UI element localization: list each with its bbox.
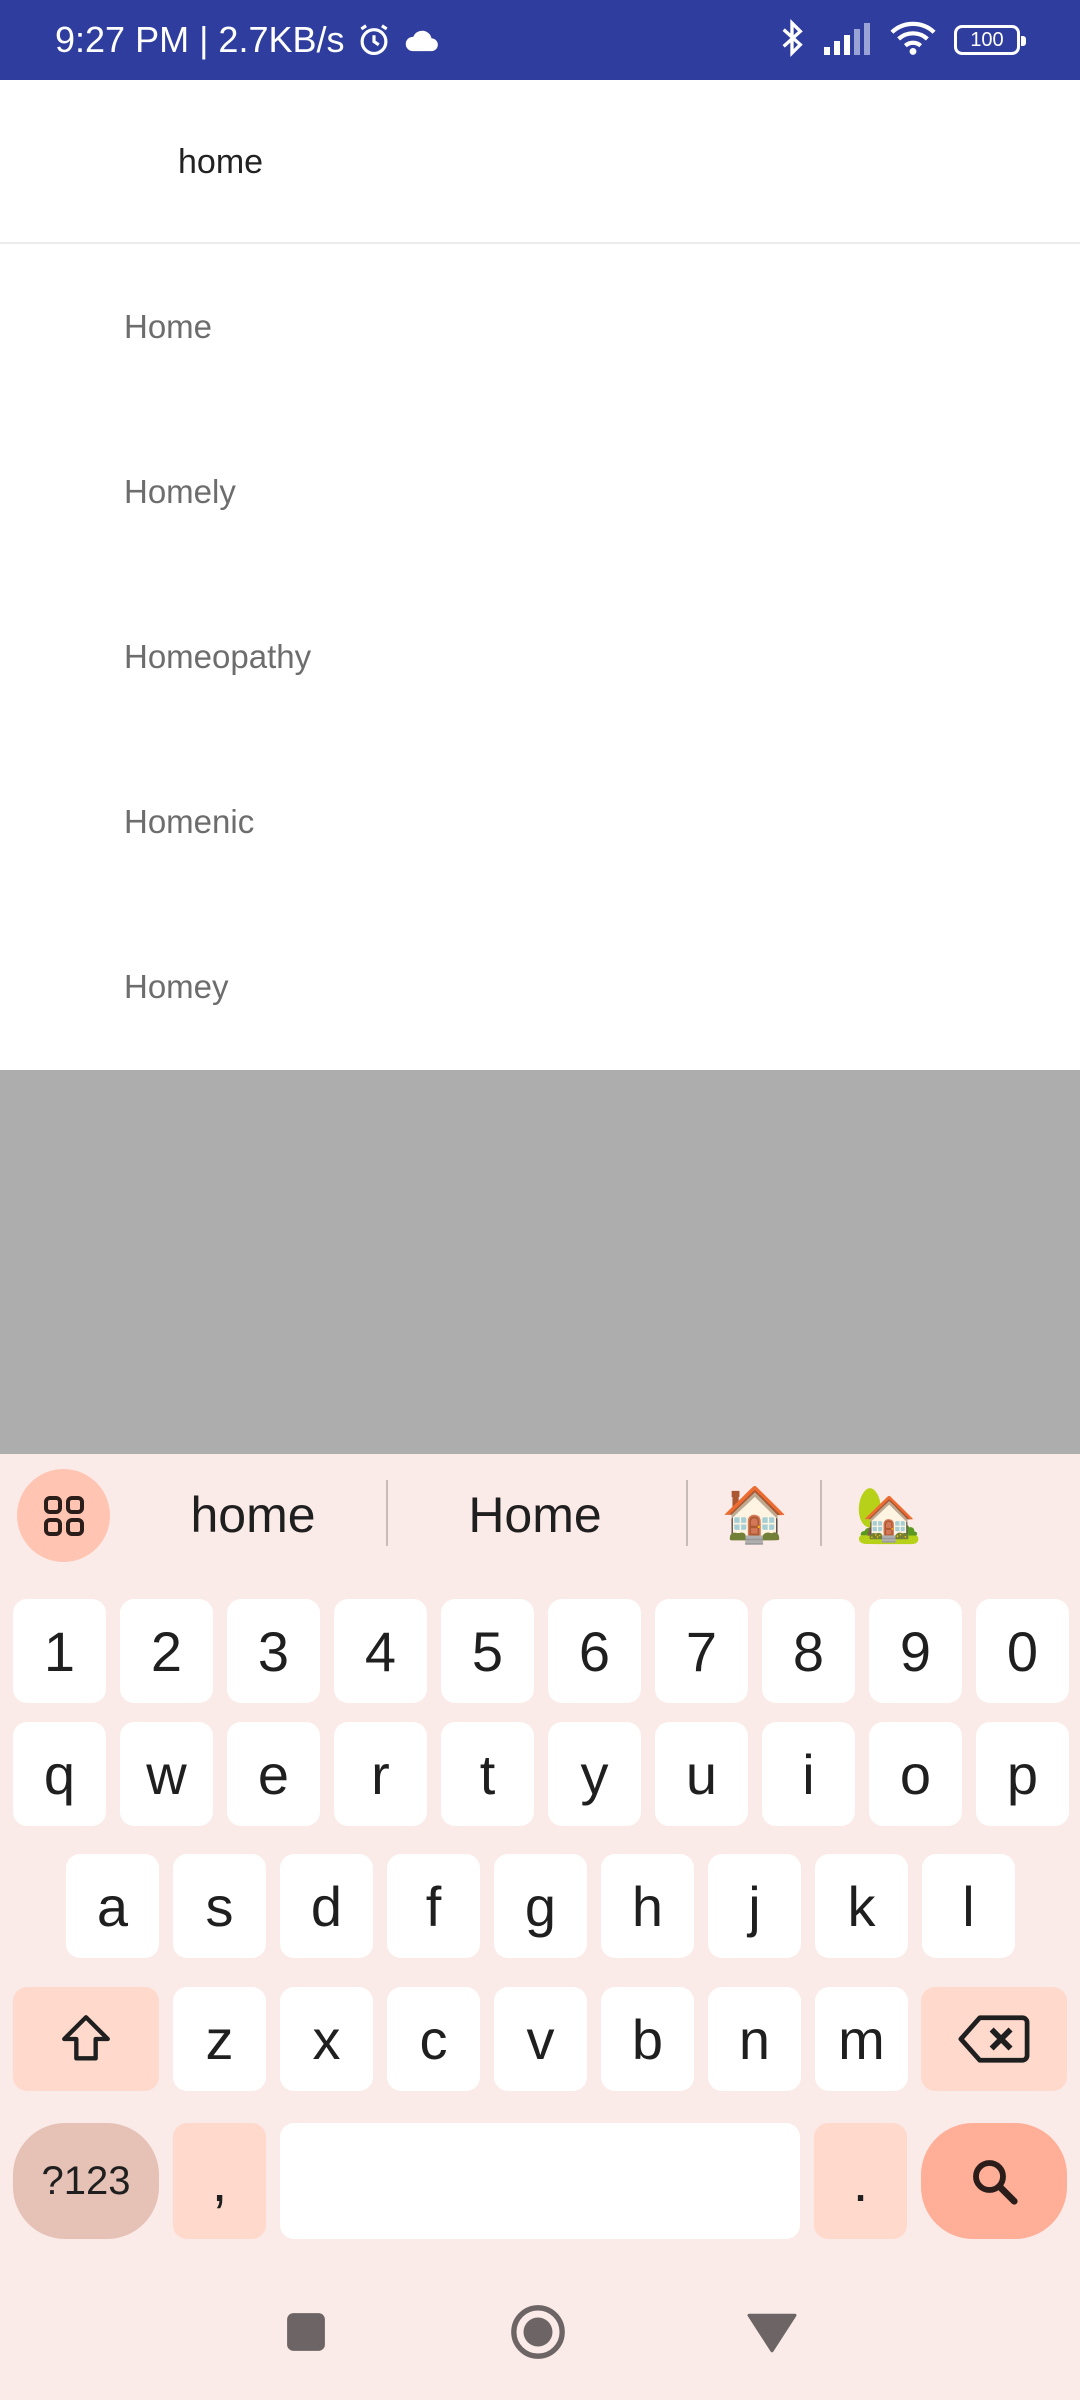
key[interactable]: g: [494, 1854, 587, 1958]
key[interactable]: b: [601, 1987, 694, 2091]
navigation-bar: [0, 2264, 1080, 2400]
status-right: 100: [778, 0, 1026, 80]
key[interactable]: l: [922, 1854, 1015, 1958]
key[interactable]: r: [334, 1722, 427, 1826]
key[interactable]: j: [708, 1854, 801, 1958]
key[interactable]: x: [280, 1987, 373, 2091]
key[interactable]: 1: [13, 1599, 106, 1703]
key[interactable]: y: [548, 1722, 641, 1826]
key[interactable]: z: [173, 1987, 266, 2091]
key[interactable]: s: [173, 1854, 266, 1958]
key[interactable]: o: [869, 1722, 962, 1826]
shift-key[interactable]: [13, 1987, 159, 2091]
suggestion-item[interactable]: Homey: [0, 904, 1080, 1069]
suggestion-divider: [386, 1480, 388, 1546]
key[interactable]: q: [13, 1722, 106, 1826]
key[interactable]: m: [815, 1987, 908, 2091]
cloud-icon: [403, 25, 441, 55]
key[interactable]: i: [762, 1722, 855, 1826]
bluetooth-icon: [778, 18, 806, 63]
grid-icon: [43, 1495, 84, 1536]
backspace-icon: [958, 2015, 1030, 2063]
period-key[interactable]: .: [814, 2123, 907, 2239]
back-button[interactable]: [712, 2264, 832, 2400]
key[interactable]: k: [815, 1854, 908, 1958]
back-triangle-icon: [747, 2313, 797, 2353]
suggestion-divider: [820, 1480, 822, 1546]
key[interactable]: f: [387, 1854, 480, 1958]
key[interactable]: 2: [120, 1599, 213, 1703]
suggestion-list: Home Homely Homeopathy Homenic Homey: [0, 244, 1080, 1070]
search-input[interactable]: [178, 130, 1018, 194]
recents-button[interactable]: [246, 2264, 366, 2400]
suggestion-item[interactable]: Homeopathy: [0, 574, 1080, 739]
key[interactable]: d: [280, 1854, 373, 1958]
key[interactable]: 7: [655, 1599, 748, 1703]
key[interactable]: c: [387, 1987, 480, 2091]
status-time-speed: 9:27 PM | 2.7KB/s: [55, 19, 345, 60]
key[interactable]: 9: [869, 1599, 962, 1703]
key[interactable]: 8: [762, 1599, 855, 1703]
symbols-key[interactable]: ?123: [13, 2123, 159, 2239]
backspace-key[interactable]: [921, 1987, 1067, 2091]
search-icon: [973, 2160, 1018, 2205]
alarm-icon: [355, 21, 393, 59]
key[interactable]: t: [441, 1722, 534, 1826]
key[interactable]: 6: [548, 1599, 641, 1703]
key[interactable]: 0: [976, 1599, 1069, 1703]
key[interactable]: n: [708, 1987, 801, 2091]
home-button[interactable]: [478, 2264, 598, 2400]
key[interactable]: 3: [227, 1599, 320, 1703]
keyboard-suggestion-emoji[interactable]: 🏠: [690, 1454, 820, 1576]
key[interactable]: u: [655, 1722, 748, 1826]
keyboard-suggestion-emoji[interactable]: 🏡: [824, 1454, 954, 1576]
dimmed-background[interactable]: [0, 1070, 1080, 1454]
keyboard: home Home 🏠 🏡 1 2 3 4 5 6 7 8 9 0 q w e …: [0, 1454, 1080, 2400]
key[interactable]: 5: [441, 1599, 534, 1703]
battery-icon: 100: [954, 25, 1026, 55]
suggestion-item[interactable]: Home: [0, 244, 1080, 409]
search-key[interactable]: [921, 2123, 1067, 2239]
home-circle-icon: [511, 2305, 565, 2359]
search-bar: [0, 80, 1080, 244]
keyboard-suggestion-word[interactable]: Home: [390, 1454, 680, 1576]
status-left: 9:27 PM | 2.7KB/s: [55, 0, 441, 80]
key[interactable]: v: [494, 1987, 587, 2091]
key[interactable]: p: [976, 1722, 1069, 1826]
key[interactable]: a: [66, 1854, 159, 1958]
comma-key[interactable]: ,: [173, 2123, 266, 2239]
square-icon: [287, 2313, 325, 2351]
keyboard-apps-button[interactable]: [17, 1469, 110, 1562]
suggestion-item[interactable]: Homenic: [0, 739, 1080, 904]
status-bar: 9:27 PM | 2.7KB/s 100: [0, 0, 1080, 80]
shift-icon: [62, 2015, 110, 2061]
signal-icon: [824, 21, 872, 60]
battery-level: 100: [970, 28, 1004, 51]
wifi-icon: [890, 20, 936, 61]
suggestion-divider: [686, 1480, 688, 1546]
key[interactable]: e: [227, 1722, 320, 1826]
suggestion-item[interactable]: Homely: [0, 409, 1080, 574]
keyboard-suggestion-strip: home Home 🏠 🏡: [0, 1454, 1080, 1576]
key[interactable]: 4: [334, 1599, 427, 1703]
keyboard-suggestion-word[interactable]: home: [130, 1454, 376, 1576]
key[interactable]: h: [601, 1854, 694, 1958]
space-key[interactable]: [280, 2123, 800, 2239]
key[interactable]: w: [120, 1722, 213, 1826]
